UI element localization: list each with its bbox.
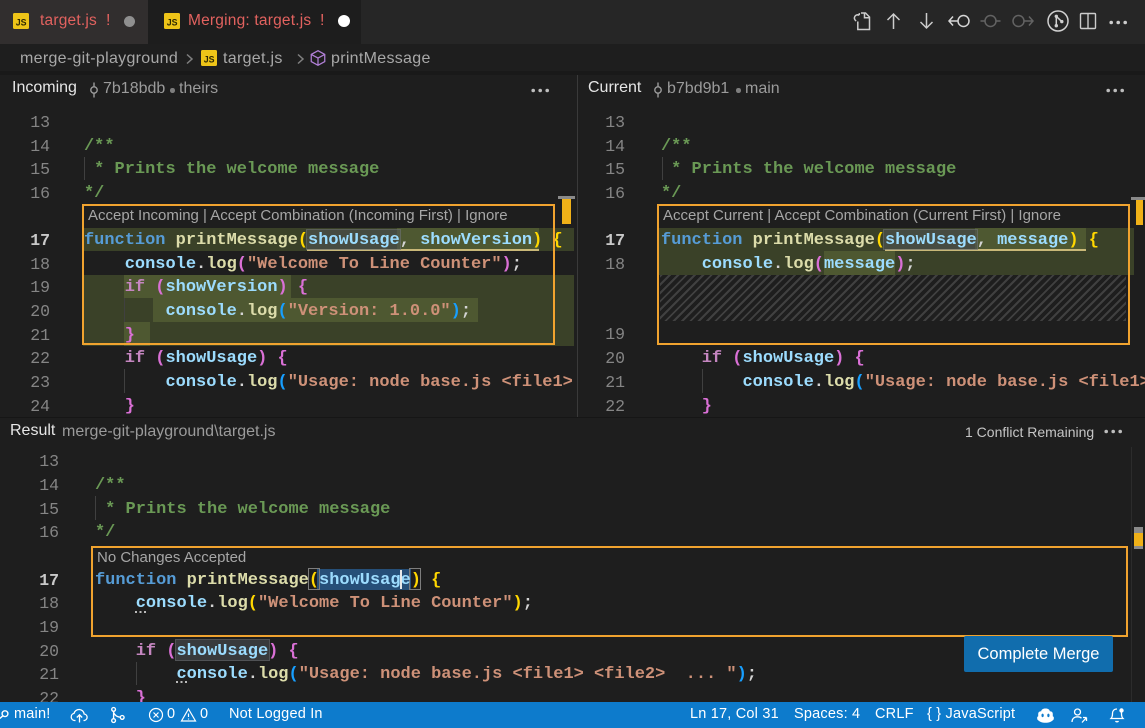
svg-text:JS: JS [167,18,178,28]
svg-text:JS: JS [16,18,27,28]
svg-text:JS: JS [204,55,215,65]
